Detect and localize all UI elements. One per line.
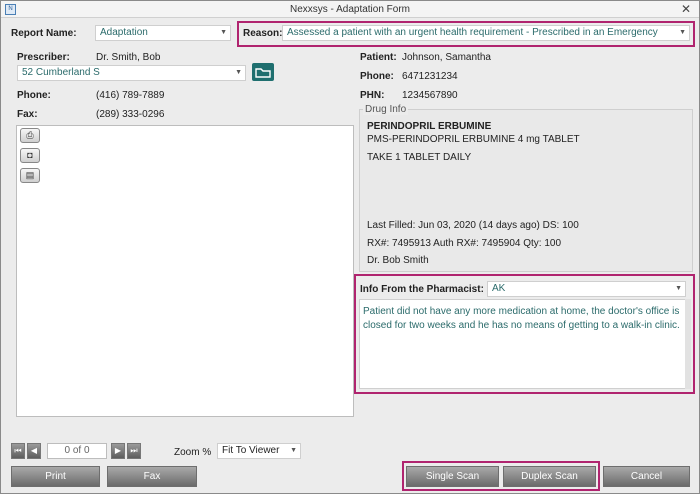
patient-phone: 6471231234 — [402, 71, 458, 82]
reason-label: Reason: — [243, 28, 283, 39]
patient-phone-label: Phone: — [360, 71, 394, 82]
patient-name: Johnson, Samantha — [402, 52, 491, 63]
drug-name: PERINDOPRIL ERBUMINE — [367, 121, 492, 132]
window-title: Nexxsys - Adaptation Form — [289, 4, 411, 15]
prev-page-button[interactable]: ◀ — [27, 443, 41, 459]
drug-doctor: Dr. Bob Smith — [367, 255, 429, 266]
duplex-scan-button[interactable]: Duplex Scan — [503, 466, 596, 487]
prescriber-fax-label: Fax: — [17, 109, 38, 120]
pharmacist-label: Info From the Pharmacist: — [360, 284, 484, 295]
cancel-button[interactable]: Cancel — [603, 466, 690, 487]
report-name-value: Adaptation — [100, 27, 148, 38]
patient-phn-label: PHN: — [360, 90, 385, 101]
drug-directions: TAKE 1 TABLET DAILY — [367, 152, 472, 163]
reason-select[interactable]: Assessed a patient with an urgent health… — [282, 25, 690, 41]
zoom-select[interactable]: Fit To Viewer ▼ — [217, 443, 301, 459]
prescriber-phone: (416) 789-7889 — [96, 90, 165, 101]
folder-icon[interactable] — [252, 63, 274, 81]
drug-rx-numbers: RX#: 7495913 Auth RX#: 7495904 Qty: 100 — [367, 238, 562, 249]
report-name-select[interactable]: Adaptation ▼ — [95, 25, 231, 41]
prescriber-name: Dr. Smith, Bob — [96, 52, 161, 63]
page-indicator: 0 of 0 — [47, 443, 107, 459]
printer-icon[interactable]: ⎙ — [20, 128, 40, 143]
pharmacist-value: AK — [492, 283, 506, 294]
last-page-button[interactable]: ⏭ — [127, 443, 141, 459]
chevron-down-icon: ▼ — [290, 447, 297, 454]
zoom-label: Zoom % — [174, 447, 212, 458]
chevron-down-icon: ▼ — [235, 69, 242, 76]
document-viewer[interactable]: ⎙ ◘ ▤ — [16, 125, 354, 417]
mouse-icon[interactable]: ◘ — [20, 148, 40, 163]
drug-info-legend: Drug Info — [363, 104, 409, 115]
patient-phn: 1234567890 — [402, 90, 458, 101]
document-icon[interactable]: ▤ — [20, 168, 40, 183]
pharmacist-select[interactable]: AK ▼ — [487, 281, 686, 297]
first-page-button[interactable]: ⏮ — [11, 443, 25, 459]
prescriber-fax: (289) 333-0296 — [96, 109, 165, 120]
notes-scrollbar[interactable] — [685, 299, 691, 389]
adaptation-form-window: N Nexxsys - Adaptation Form ✕ Report Nam… — [0, 0, 700, 494]
print-button[interactable]: Print — [11, 466, 100, 487]
patient-label: Patient: — [360, 52, 397, 63]
drug-last-filled: Last Filled: Jun 03, 2020 (14 days ago) … — [367, 220, 579, 231]
zoom-value: Fit To Viewer — [222, 445, 280, 456]
prescriber-phone-label: Phone: — [17, 90, 51, 101]
chevron-down-icon: ▼ — [679, 29, 686, 36]
report-name-label: Report Name: — [11, 28, 77, 39]
chevron-down-icon: ▼ — [675, 285, 682, 292]
title-bar: N Nexxsys - Adaptation Form ✕ — [1, 1, 699, 18]
single-scan-button[interactable]: Single Scan — [406, 466, 499, 487]
close-button[interactable]: ✕ — [679, 2, 693, 16]
pharmacist-notes-textarea[interactable]: Patient did not have any more medication… — [359, 299, 687, 389]
prescriber-address-select[interactable]: 52 Cumberland S ▼ — [17, 65, 246, 81]
chevron-down-icon: ▼ — [220, 29, 227, 36]
fax-button[interactable]: Fax — [107, 466, 197, 487]
prescriber-label: Prescriber: — [17, 52, 70, 63]
next-page-button[interactable]: ▶ — [111, 443, 125, 459]
prescriber-address: 52 Cumberland S — [22, 67, 100, 78]
drug-product: PMS-PERINDOPRIL ERBUMINE 4 mg TABLET — [367, 134, 580, 145]
reason-value: Assessed a patient with an urgent health… — [287, 27, 658, 38]
